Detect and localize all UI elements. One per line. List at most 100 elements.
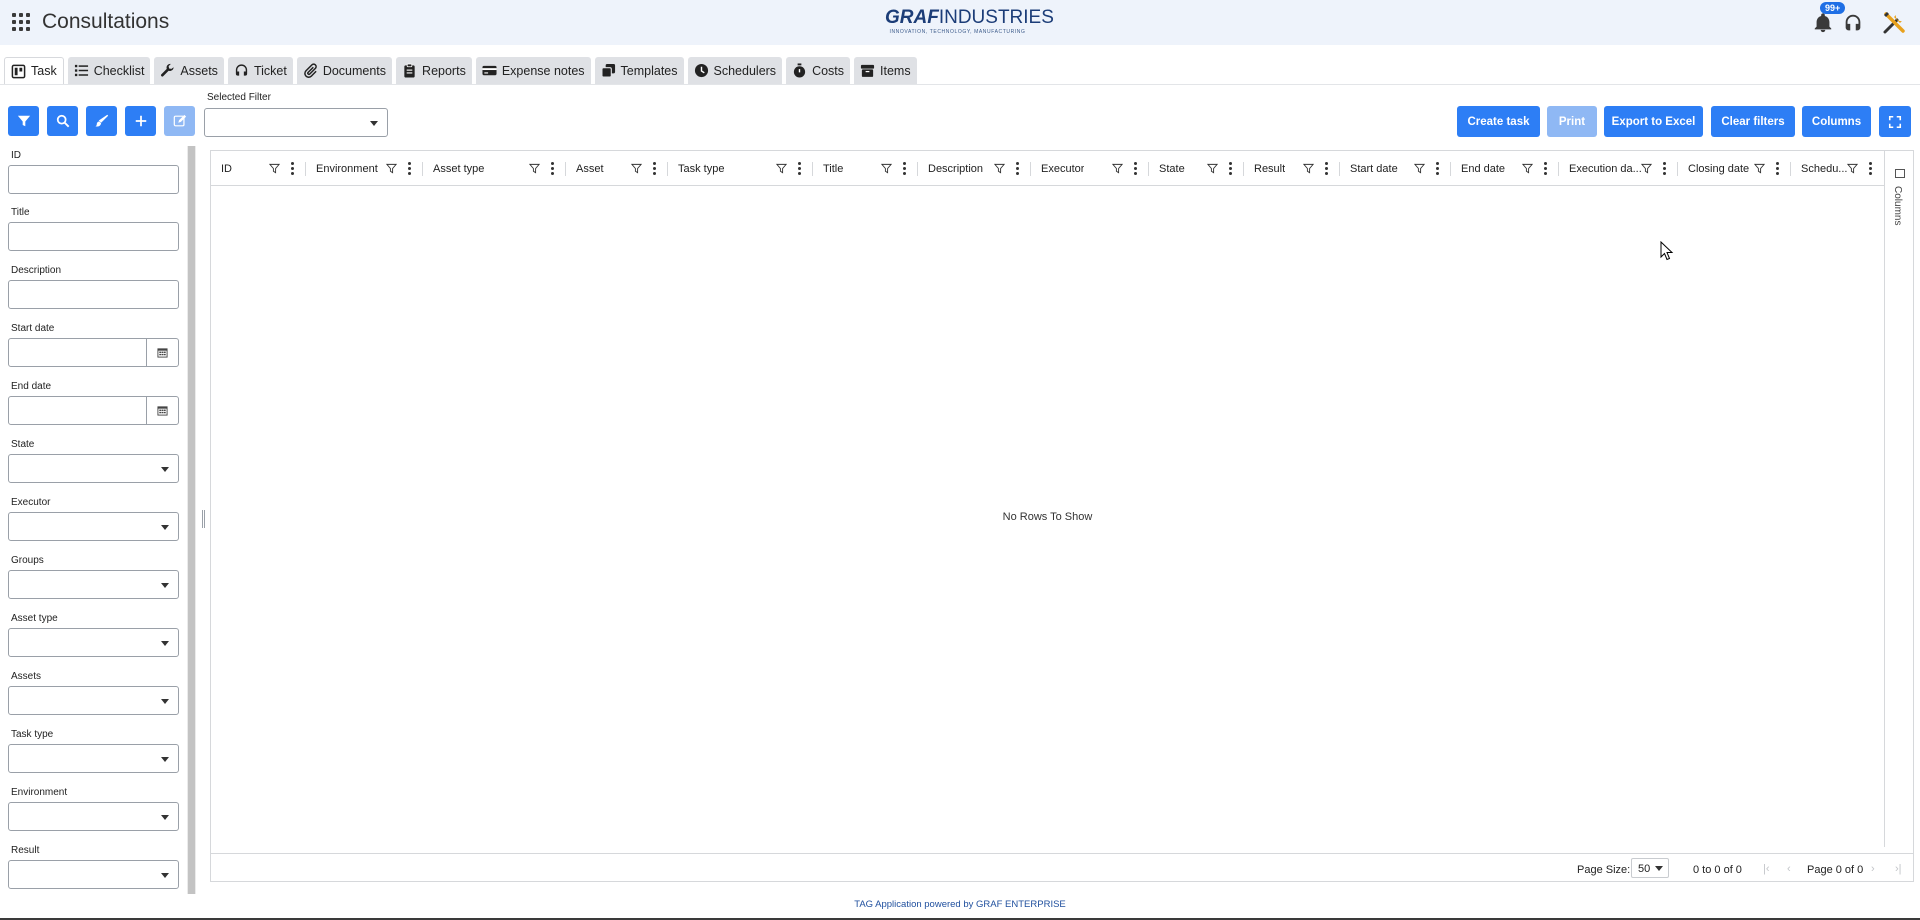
- search-button[interactable]: [47, 106, 78, 136]
- column-header-id[interactable]: ID: [211, 151, 306, 186]
- column-menu-icon[interactable]: [550, 162, 554, 175]
- title-input[interactable]: [8, 222, 179, 251]
- calendar-icon[interactable]: [146, 397, 178, 424]
- result-select[interactable]: [8, 860, 179, 889]
- column-menu-icon[interactable]: [407, 162, 411, 175]
- column-header-scheduler[interactable]: Schedu...: [1791, 151, 1884, 186]
- tab-templates[interactable]: Templates: [594, 57, 684, 84]
- column-menu-icon[interactable]: [902, 162, 906, 175]
- column-header-execution-date[interactable]: Execution da...: [1559, 151, 1678, 186]
- column-header-task-type[interactable]: Task type: [668, 151, 813, 186]
- column-menu-icon[interactable]: [652, 162, 656, 175]
- brush-icon: [94, 114, 108, 127]
- notification-bell-icon[interactable]: [1812, 12, 1834, 34]
- print-button[interactable]: Print: [1547, 106, 1597, 137]
- previous-page-icon[interactable]: ‹: [1787, 863, 1791, 875]
- toggle-filters-button[interactable]: [8, 106, 39, 136]
- filter-icon[interactable]: [1414, 163, 1425, 174]
- tools-settings-icon[interactable]: [1880, 9, 1908, 37]
- app-grid-icon[interactable]: [12, 13, 30, 31]
- filter-icon[interactable]: [386, 163, 397, 174]
- filter-icon[interactable]: [1847, 163, 1858, 174]
- tab-costs[interactable]: Costs: [786, 57, 851, 84]
- id-input[interactable]: [8, 165, 179, 194]
- groups-select[interactable]: [8, 570, 179, 599]
- tab-expense-notes[interactable]: Expense notes: [475, 57, 591, 84]
- filter-icon[interactable]: [1207, 163, 1218, 174]
- column-menu-icon[interactable]: [1015, 162, 1019, 175]
- column-menu-icon[interactable]: [1775, 162, 1779, 175]
- column-header-title[interactable]: Title: [813, 151, 918, 186]
- tab-checklist[interactable]: Checklist: [67, 57, 151, 84]
- asset-type-select[interactable]: [8, 628, 179, 657]
- column-header-asset-type[interactable]: Asset type: [423, 151, 566, 186]
- columns-button[interactable]: Columns: [1802, 106, 1871, 137]
- column-header-start-date[interactable]: Start date: [1340, 151, 1451, 186]
- filter-icon[interactable]: [631, 163, 642, 174]
- filter-panel-scrollbar[interactable]: [187, 146, 196, 894]
- tab-reports[interactable]: Reports: [396, 57, 472, 84]
- start-date-input[interactable]: [8, 338, 179, 367]
- filter-icon[interactable]: [1303, 163, 1314, 174]
- column-menu-icon[interactable]: [1133, 162, 1137, 175]
- column-header-end-date[interactable]: End date: [1451, 151, 1559, 186]
- state-select[interactable]: [8, 454, 179, 483]
- task-type-select[interactable]: [8, 744, 179, 773]
- column-header-executor[interactable]: Executor: [1031, 151, 1149, 186]
- assets-select[interactable]: [8, 686, 179, 715]
- scrollbar-thumb[interactable]: [188, 146, 195, 894]
- tab-task[interactable]: Task: [4, 57, 64, 84]
- column-header-description[interactable]: Description: [918, 151, 1031, 186]
- tab-assets[interactable]: Assets: [154, 57, 224, 84]
- column-menu-icon[interactable]: [1543, 162, 1547, 175]
- column-menu-icon[interactable]: [290, 162, 294, 175]
- clear-brush-button[interactable]: [86, 106, 117, 136]
- clear-filters-button[interactable]: Clear filters: [1711, 106, 1795, 137]
- filter-icon[interactable]: [1522, 163, 1533, 174]
- fullscreen-button[interactable]: [1879, 106, 1911, 137]
- edit-filter-button[interactable]: [164, 106, 195, 136]
- create-task-button[interactable]: Create task: [1457, 106, 1540, 137]
- task-grid: ID Environment Asset type Asset Task typ…: [210, 150, 1914, 882]
- filter-icon[interactable]: [1754, 163, 1765, 174]
- columns-icon[interactable]: [1895, 169, 1905, 178]
- filter-icon[interactable]: [1641, 163, 1652, 174]
- filter-icon[interactable]: [269, 163, 280, 174]
- page-size-select[interactable]: 50: [1631, 858, 1669, 878]
- column-menu-icon[interactable]: [797, 162, 801, 175]
- selected-filter-dropdown[interactable]: [204, 108, 388, 137]
- column-header-result[interactable]: Result: [1244, 151, 1340, 186]
- filter-icon[interactable]: [776, 163, 787, 174]
- tab-documents[interactable]: Documents: [296, 57, 393, 84]
- column-header-asset[interactable]: Asset: [566, 151, 668, 186]
- column-menu-icon[interactable]: [1868, 162, 1872, 175]
- last-page-icon[interactable]: ›|: [1895, 863, 1902, 875]
- filter-icon[interactable]: [1112, 163, 1123, 174]
- filter-icon[interactable]: [994, 163, 1005, 174]
- first-page-icon[interactable]: |‹: [1763, 863, 1770, 875]
- calendar-icon[interactable]: [146, 339, 178, 366]
- support-headset-icon[interactable]: [1842, 12, 1864, 34]
- filter-icon[interactable]: [529, 163, 540, 174]
- column-menu-icon[interactable]: [1662, 162, 1666, 175]
- end-date-input[interactable]: [8, 396, 179, 425]
- description-input[interactable]: [8, 280, 179, 309]
- column-menu-icon[interactable]: [1324, 162, 1328, 175]
- next-page-icon[interactable]: ›: [1871, 863, 1875, 875]
- panel-resize-handle[interactable]: [202, 510, 205, 528]
- environment-select[interactable]: [8, 802, 179, 831]
- filter-icon[interactable]: [881, 163, 892, 174]
- tab-ticket[interactable]: Ticket: [227, 57, 293, 84]
- tab-schedulers[interactable]: Schedulers: [687, 57, 783, 84]
- executor-select[interactable]: [8, 512, 179, 541]
- add-filter-button[interactable]: [125, 106, 156, 136]
- column-header-environment[interactable]: Environment: [306, 151, 423, 186]
- column-menu-icon[interactable]: [1435, 162, 1439, 175]
- column-header-state[interactable]: State: [1149, 151, 1244, 186]
- columns-side-tab[interactable]: Columns: [1892, 186, 1903, 225]
- chevron-down-icon: [161, 525, 169, 530]
- export-excel-button[interactable]: Export to Excel: [1604, 106, 1703, 137]
- column-header-closing-date[interactable]: Closing date: [1678, 151, 1791, 186]
- tab-items[interactable]: Items: [854, 57, 917, 84]
- column-menu-icon[interactable]: [1228, 162, 1232, 175]
